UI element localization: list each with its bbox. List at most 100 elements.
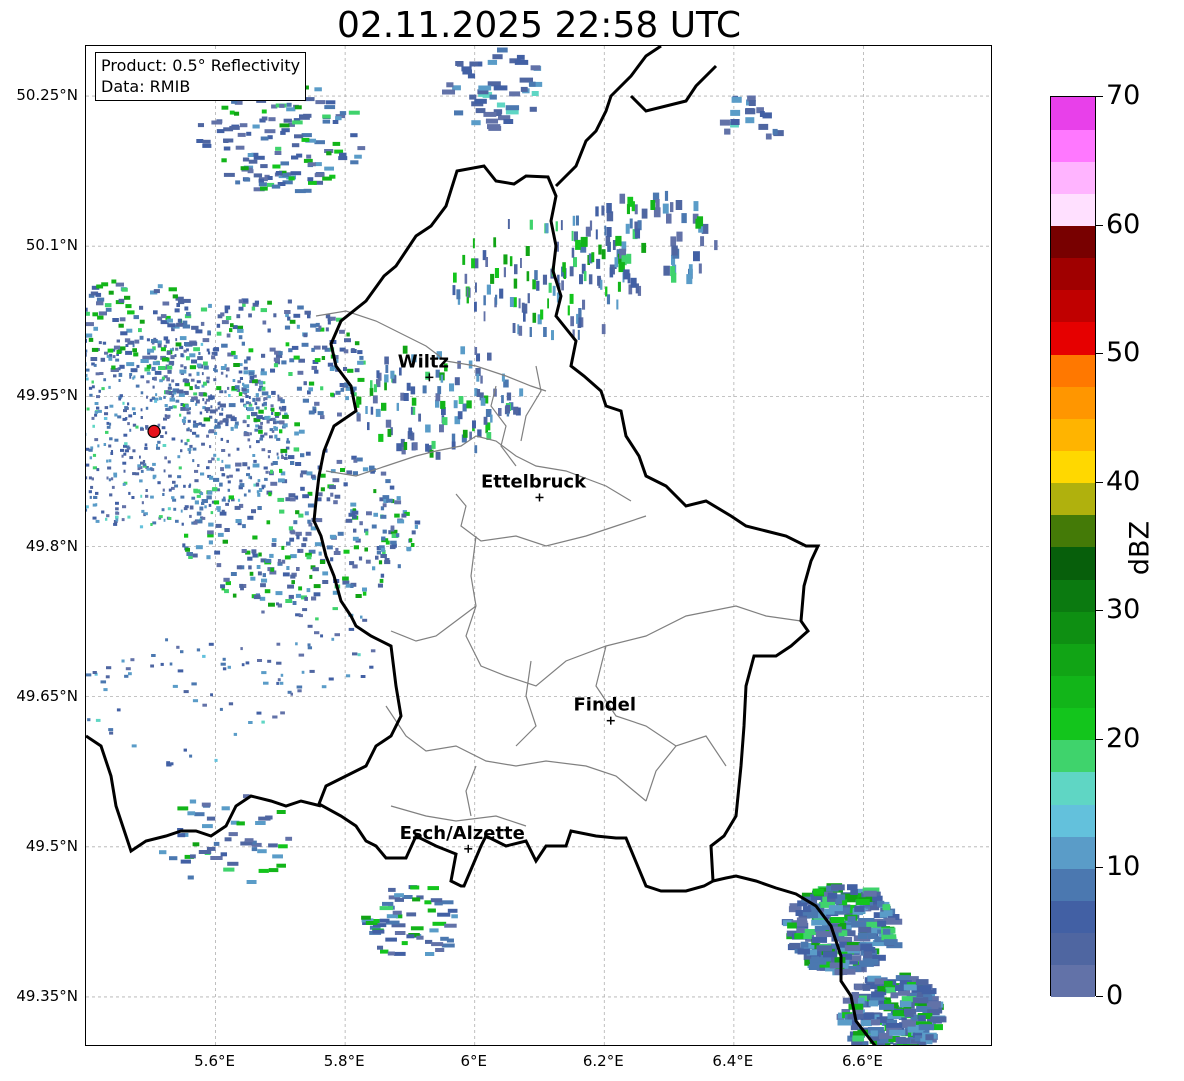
echo-cell — [190, 854, 196, 859]
echo-cell — [242, 462, 248, 467]
echo-cell — [286, 107, 296, 112]
echo-cell — [416, 935, 424, 940]
echo-cell — [144, 512, 148, 516]
echo-cell — [256, 711, 262, 715]
echo-cell — [189, 429, 192, 433]
echo-cell — [345, 674, 351, 678]
echo-cell — [435, 948, 445, 952]
echo-cell — [194, 812, 205, 817]
echo-cell — [222, 667, 227, 671]
echo-cell — [223, 138, 229, 143]
echo-cell — [462, 254, 466, 265]
map-canvas[interactable]: Wiltz Ettelbruck Findel Esch/Alzette — [86, 46, 992, 1046]
echo-cell — [197, 356, 203, 361]
echo-cell — [177, 318, 182, 323]
echo-cell — [98, 389, 101, 393]
echo-cell — [260, 164, 268, 169]
echo-cell — [183, 484, 186, 488]
echo-cell — [119, 394, 123, 398]
echo-cell — [96, 468, 100, 472]
echo-cell — [222, 657, 226, 661]
echo-cell — [247, 407, 254, 412]
echo-cell — [474, 445, 478, 454]
echo-cell — [100, 357, 106, 362]
echo-cell — [262, 573, 267, 578]
echo-cell — [297, 689, 302, 693]
echo-cell — [293, 355, 300, 360]
echo-cell — [259, 380, 263, 385]
echo-cell — [571, 247, 575, 258]
echo-cell — [196, 363, 202, 368]
echo-cell — [127, 310, 135, 315]
echo-cell — [352, 564, 358, 569]
echo-cell — [555, 221, 558, 232]
echo-cell — [333, 500, 338, 505]
colorbar-segment — [1051, 579, 1095, 612]
echo-cell — [310, 474, 316, 479]
echo-cell — [796, 927, 805, 934]
colorbar-segment — [1051, 868, 1095, 902]
echo-cell — [156, 444, 158, 447]
echo-cell — [496, 102, 506, 108]
echo-cell — [228, 702, 234, 706]
echo-cell — [124, 442, 128, 446]
echo-cell — [543, 327, 547, 337]
radar-map[interactable]: Wiltz Ettelbruck Findel Esch/Alzette — [85, 45, 992, 1046]
echo-cell — [320, 386, 324, 391]
echo-cell — [248, 565, 252, 570]
echo-cell — [216, 563, 222, 568]
echo-cell — [575, 239, 581, 250]
echo-cell — [272, 461, 278, 465]
echo-cell — [194, 479, 199, 483]
echo-cell — [256, 490, 260, 494]
echo-cell — [133, 352, 139, 357]
echo-cell — [251, 549, 257, 554]
echo-cell — [499, 288, 504, 299]
echo-cell — [145, 494, 149, 498]
echo-cell — [118, 379, 121, 382]
echo-cell — [918, 1015, 926, 1022]
echo-cell — [335, 390, 341, 395]
echo-cell — [371, 524, 377, 529]
echo-cell — [485, 257, 489, 267]
echo-cell — [234, 505, 241, 510]
echo-cell — [406, 912, 417, 917]
echo-cell — [311, 347, 315, 352]
echo-cell — [195, 386, 200, 390]
echo-cell — [140, 494, 143, 498]
echo-cell — [97, 409, 102, 413]
echo-cell — [365, 559, 371, 564]
colorbar-label: 50 — [1106, 337, 1141, 369]
echo-cell — [239, 479, 243, 483]
echo-cell — [811, 936, 828, 943]
echo-cell — [903, 1008, 917, 1015]
echo-cell — [206, 495, 212, 500]
lon-label: 6.4°E — [712, 1052, 754, 1070]
echo-cell — [276, 642, 281, 646]
echo-cell — [731, 96, 742, 103]
echo-cell — [519, 388, 524, 397]
echo-cell — [328, 677, 334, 681]
echo-cell — [260, 434, 265, 438]
echo-cell — [378, 433, 384, 442]
echo-cell — [125, 304, 132, 309]
echo-cell — [162, 444, 167, 447]
echo-cell — [268, 492, 272, 497]
echo-cell — [552, 285, 556, 296]
echo-cell — [131, 744, 137, 748]
echo-cell — [146, 380, 150, 384]
echo-cell — [271, 542, 277, 547]
echo-cell — [396, 402, 400, 411]
echo-cell — [334, 633, 340, 637]
echo-cell — [336, 459, 343, 464]
echo-cell — [145, 426, 148, 430]
echo-cell — [88, 490, 92, 494]
echo-cell — [173, 405, 177, 409]
echo-cell — [242, 157, 250, 162]
echo-cell — [152, 521, 157, 525]
echo-cell — [408, 427, 412, 436]
echo-cell — [209, 429, 215, 434]
echo-cell — [104, 412, 109, 416]
echo-cell — [353, 545, 359, 550]
echo-cell — [147, 348, 155, 353]
